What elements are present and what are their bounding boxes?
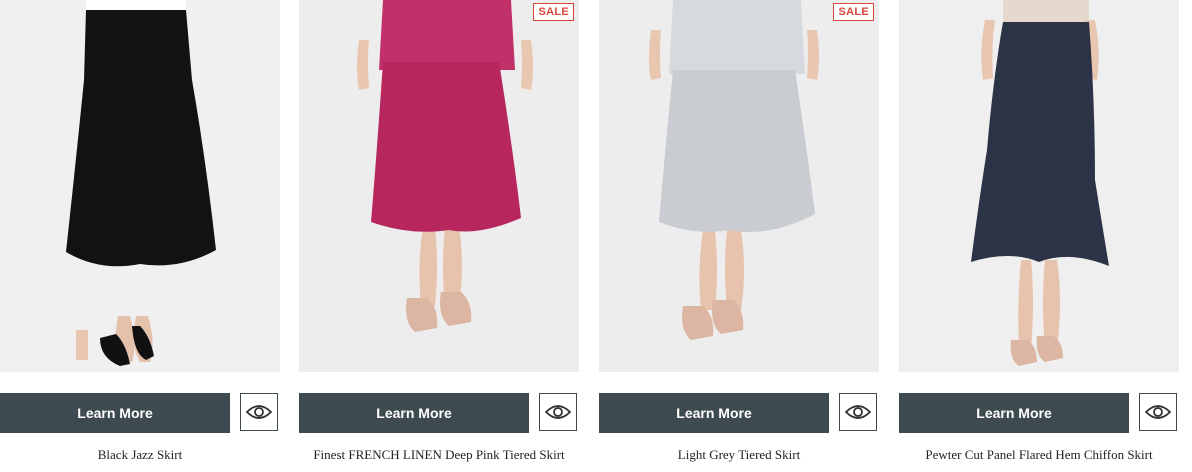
product-card: Learn More Pewter Cut Panel Flared Hem C… xyxy=(899,0,1179,472)
eye-icon xyxy=(545,405,571,419)
sale-badge: SALE xyxy=(833,3,874,21)
sale-badge: SALE xyxy=(533,3,574,21)
quick-view-button[interactable] xyxy=(1139,393,1177,431)
product-image[interactable]: SALE xyxy=(599,0,879,372)
product-image[interactable] xyxy=(899,0,1179,372)
product-card: SALE Learn More Light Grey Tiered Skirt xyxy=(599,0,879,472)
quick-view-button[interactable] xyxy=(839,393,877,431)
eye-icon xyxy=(845,405,871,419)
product-image[interactable] xyxy=(0,0,280,372)
learn-more-button[interactable]: Learn More xyxy=(599,393,829,433)
learn-more-button[interactable]: Learn More xyxy=(0,393,230,433)
eye-icon xyxy=(1145,405,1171,419)
learn-more-button[interactable]: Learn More xyxy=(299,393,529,433)
quick-view-button[interactable] xyxy=(539,393,577,431)
product-name[interactable]: Finest FRENCH LINEN Deep Pink Tiered Ski… xyxy=(279,447,599,463)
product-name[interactable]: Pewter Cut Panel Flared Hem Chiffon Skir… xyxy=(879,447,1192,463)
product-card: Learn More Black Jazz Skirt xyxy=(0,0,280,472)
learn-more-button[interactable]: Learn More xyxy=(899,393,1129,433)
product-card: SALE Learn More Finest FRENCH LINEN Deep… xyxy=(299,0,579,472)
product-name[interactable]: Black Jazz Skirt xyxy=(0,447,300,463)
product-name[interactable]: Light Grey Tiered Skirt xyxy=(579,447,899,463)
eye-icon xyxy=(246,405,272,419)
quick-view-button[interactable] xyxy=(240,393,278,431)
product-image[interactable]: SALE xyxy=(299,0,579,372)
